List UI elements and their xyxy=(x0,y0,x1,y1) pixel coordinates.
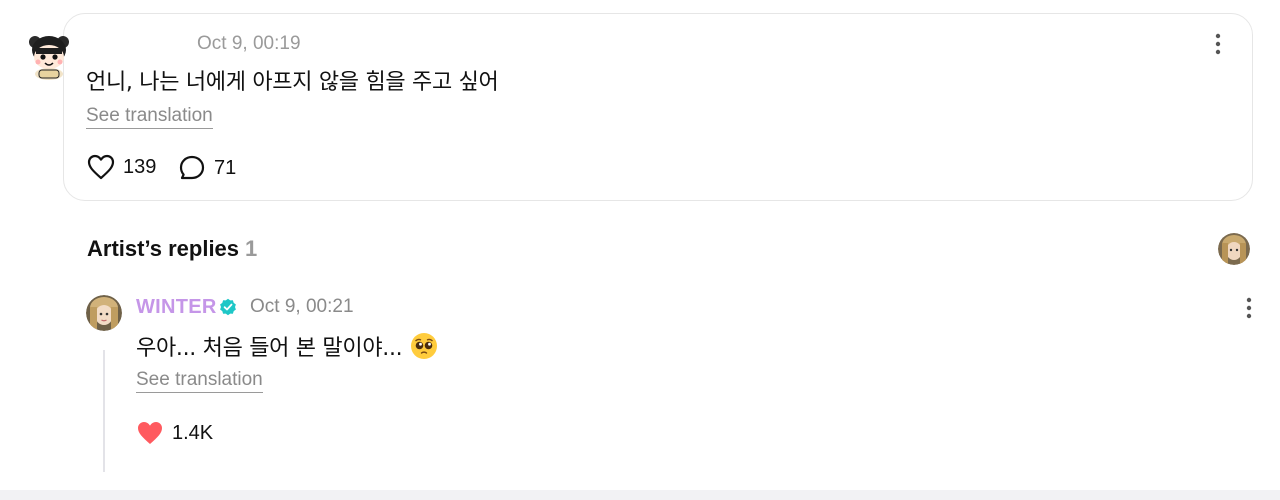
winter-avatar[interactable] xyxy=(86,295,122,331)
artist-replies-title: Artist’s replies xyxy=(87,236,240,261)
comment-button[interactable]: 71 xyxy=(178,154,236,182)
comment-count: 71 xyxy=(214,156,237,179)
bottom-divider xyxy=(0,490,1280,500)
heart-filled-icon xyxy=(138,422,162,444)
reply-text-row: 우아... 처음 들어 본 말이야... xyxy=(136,330,438,362)
post-timestamp: Oct 9, 00:19 xyxy=(197,33,301,54)
verified-badge-icon xyxy=(220,298,236,316)
reply-more-options-icon[interactable] xyxy=(1245,297,1253,319)
like-count: 139 xyxy=(123,155,157,178)
reply-timestamp: Oct 9, 00:21 xyxy=(250,296,354,317)
thread-line xyxy=(103,350,105,472)
reply-see-translation-link[interactable]: See translation xyxy=(136,369,263,393)
artist-replies-count: 1 xyxy=(245,236,258,261)
pleading-face-emoji-icon xyxy=(411,333,438,359)
comment-bubble-icon xyxy=(179,155,205,180)
reply-text: 우아... 처음 들어 본 말이야... xyxy=(136,336,403,361)
more-options-icon[interactable] xyxy=(1214,33,1222,55)
post-text: 언니, 나는 너에게 아프지 않을 힘을 주고 싶어 xyxy=(86,70,499,95)
heart-outline-icon xyxy=(87,154,115,180)
see-translation-link[interactable]: See translation xyxy=(86,105,213,129)
reply-like-count: 1.4K xyxy=(172,421,214,444)
user-avatar[interactable] xyxy=(27,32,71,80)
like-button[interactable]: 139 xyxy=(87,154,156,180)
artist-avatar[interactable] xyxy=(1218,233,1250,265)
reply-like-button[interactable]: 1.4K xyxy=(136,420,213,446)
reply-author-name[interactable]: WINTER xyxy=(136,296,217,319)
artist-replies-heading: Artist’s replies 1 xyxy=(87,236,257,262)
